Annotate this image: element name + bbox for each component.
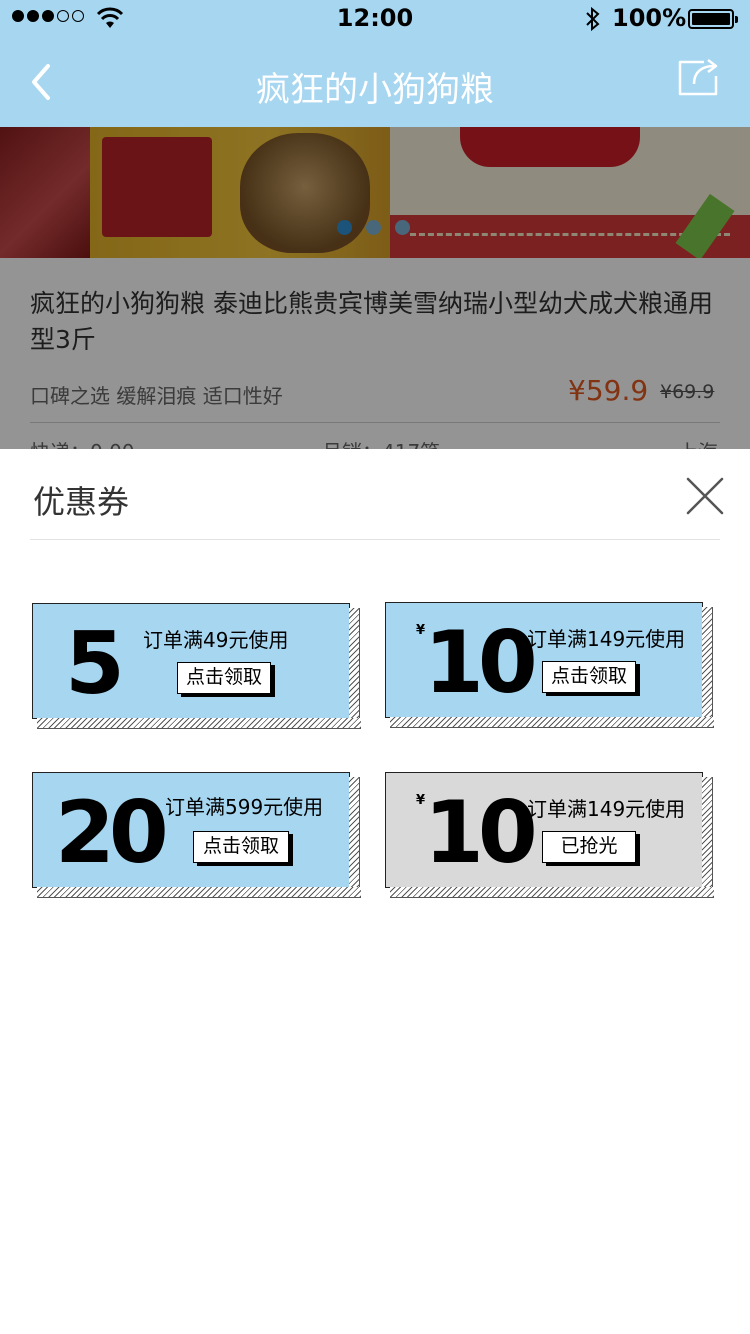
page-title: 疯狂的小狗狗粮 bbox=[256, 70, 494, 110]
battery-percent: 100% bbox=[612, 4, 687, 32]
coupon-card[interactable]: 20 订单满599元使用 点击领取 bbox=[32, 772, 361, 898]
coupon-amount: 10 bbox=[424, 783, 538, 883]
header: 12:00 100% 疯狂的小狗狗粮 bbox=[0, 0, 750, 127]
sold-out-label: 已抢光 bbox=[542, 831, 636, 863]
sheet-title: 优惠券 bbox=[33, 483, 130, 521]
coupon-card[interactable]: ¥ 10 订单满149元使用 点击领取 bbox=[385, 602, 714, 728]
coupon-amount: 5 bbox=[65, 614, 125, 714]
nav-bar: 疯狂的小狗狗粮 bbox=[0, 38, 750, 127]
coupon-card[interactable]: 5 订单满49元使用 点击领取 bbox=[32, 603, 361, 729]
coupon-amount: 20 bbox=[55, 783, 169, 883]
battery-icon bbox=[688, 9, 738, 29]
coupon-condition: 订单满599元使用 bbox=[165, 795, 324, 819]
status-bar: 12:00 100% bbox=[0, 0, 750, 38]
bluetooth-icon bbox=[586, 6, 600, 32]
modal-backdrop[interactable] bbox=[0, 127, 750, 450]
coupon-condition: 订单满49元使用 bbox=[143, 628, 289, 652]
coupon-condition: 订单满149元使用 bbox=[527, 797, 686, 821]
claim-coupon-button[interactable]: 点击领取 bbox=[193, 831, 289, 863]
share-button[interactable] bbox=[674, 54, 722, 102]
coupon-card-disabled: ¥ 10 订单满149元使用 已抢光 bbox=[385, 772, 714, 898]
divider bbox=[30, 539, 720, 540]
claim-coupon-button[interactable]: 点击领取 bbox=[177, 662, 271, 694]
coupon-sheet: 优惠券 5 订单满49元使用 点击领取 ¥ 10 订单满149元使用 点击领取 … bbox=[0, 449, 750, 1334]
claim-coupon-button[interactable]: 点击领取 bbox=[542, 661, 636, 693]
coupon-condition: 订单满149元使用 bbox=[527, 627, 686, 651]
close-icon[interactable] bbox=[684, 475, 726, 517]
coupon-amount: 10 bbox=[424, 613, 538, 713]
